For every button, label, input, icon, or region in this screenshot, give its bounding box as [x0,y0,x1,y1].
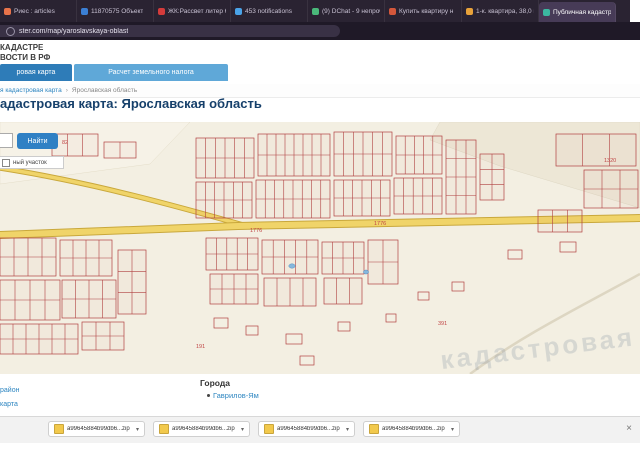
logo-line2: ВОСТИ В РФ [0,53,50,63]
site-logo[interactable]: КАДАСТРЕ ВОСТИ В РФ [0,43,50,63]
search-input[interactable] [0,133,13,148]
downloads-close-icon[interactable]: × [626,422,632,436]
logo-line1: КАДАСТРЕ [0,43,50,53]
tab-label: 11870575 Объект [91,8,143,15]
tab-label: Риес : articles [14,8,55,15]
side-link-map[interactable]: карта [0,401,18,408]
page-title: адастровая карта: Ярославская область [0,96,262,111]
download-filename: a99645884b99db6...zip [172,426,238,432]
address-field[interactable]: ster.com/map/yaroslavskaya-oblast [0,25,340,37]
cities-heading: Города [200,378,230,388]
breadcrumb-root-link[interactable]: я кадастровая карта [0,87,62,94]
list-bullet [207,394,210,397]
download-item[interactable]: a99645884b99db6...zip▾ [153,421,250,437]
browser-tab[interactable]: ЖК:Рассвет литер 6 [154,0,231,22]
tab-favicon [312,8,319,15]
zip-file-icon [159,424,169,434]
parcel-number-label: 1776 [250,228,262,234]
browser-tab[interactable]: Риес : articles [0,0,77,22]
download-filename: a99645884b99db6...zip [67,426,133,432]
download-chips: a99645884b99db6...zip▾a99645884b99db6...… [48,421,460,437]
tab-favicon [235,8,242,15]
checkbox[interactable] [2,159,10,167]
filter-checkbox-row[interactable]: ный участок [0,156,64,169]
browser-tab[interactable]: 11870575 Объект [77,0,154,22]
browser-tab[interactable]: 453 notifications [231,0,308,22]
side-link-district[interactable]: район [0,387,19,394]
chevron-down-icon[interactable]: ▾ [241,426,244,433]
site-info-icon[interactable] [6,27,15,36]
parcel-number-label: 1320 [604,158,616,164]
pond [289,264,295,268]
breadcrumb-separator: › [66,87,68,94]
chevron-down-icon[interactable]: ▾ [346,426,349,433]
download-item[interactable]: a99645884b99db6...zip▾ [258,421,355,437]
tab-favicon [466,8,473,15]
tab-favicon [158,8,165,15]
browser-tab[interactable]: (9) DChat - 9 непрочи [308,0,385,22]
download-item[interactable]: a99645884b99db6...zip▾ [363,421,460,437]
pond [363,270,368,274]
tab-label: 453 notifications [245,8,292,15]
parcel-number-label: 1776 [374,221,386,227]
zip-file-icon [54,424,64,434]
city-link-label: Гаврилов-Ям [213,391,259,400]
map-canvas[interactable]: кадастровая карта 82177617761320391191 [0,122,640,374]
tab-label: Купить квартиру н [399,8,453,15]
zip-file-icon [264,424,274,434]
zip-file-icon [369,424,379,434]
tab-favicon [389,8,396,15]
tab-label: 1-к. квартира, 38,0 к [476,8,534,15]
download-filename: a99645884b99db6...zip [382,426,448,432]
tab-favicon [4,8,11,15]
tab-favicon [543,9,550,16]
parcel-number-label: 391 [438,321,447,327]
download-filename: a99645884b99db6...zip [277,426,343,432]
tab-label: ЖК:Рассвет литер 6 [168,8,226,15]
tab-label: Публичная кадастр [553,9,611,16]
tab-favicon [81,8,88,15]
chevron-down-icon[interactable]: ▾ [136,426,139,433]
filter-label: ный участок [13,160,47,166]
browser-tab[interactable]: 1-к. квартира, 38,0 к [462,0,539,22]
download-item[interactable]: a99645884b99db6...zip▾ [48,421,145,437]
browser-tab[interactable]: Публичная кадастр [539,2,616,22]
cadastral-map[interactable]: кадастровая карта 82177617761320391191 [0,122,640,374]
tab-land-tax[interactable]: Расчет земельного налога [74,64,228,81]
tab-label: (9) DChat - 9 непрочи [322,8,380,15]
browser-tab-bar: Риес : articles 11870575 Объект ЖК:Рассвет… [0,0,630,22]
window-corner [630,0,640,22]
browser-tab[interactable]: Купить квартиру н [385,0,462,22]
url-text[interactable]: ster.com/map/yaroslavskaya-oblast [19,28,128,35]
parcel-number-label: 191 [196,344,205,350]
downloads-bar: a99645884b99db6...zip▾a99645884b99db6...… [0,416,640,443]
tab-cadastral-map[interactable]: ровая карта [0,64,72,81]
city-link[interactable]: Гаврилов-Ям [207,391,259,400]
find-button[interactable]: Найти [17,133,58,149]
parcel-number-label: 82 [62,140,68,146]
chevron-down-icon[interactable]: ▾ [451,426,454,433]
breadcrumb-current: Ярославская область [72,87,137,94]
